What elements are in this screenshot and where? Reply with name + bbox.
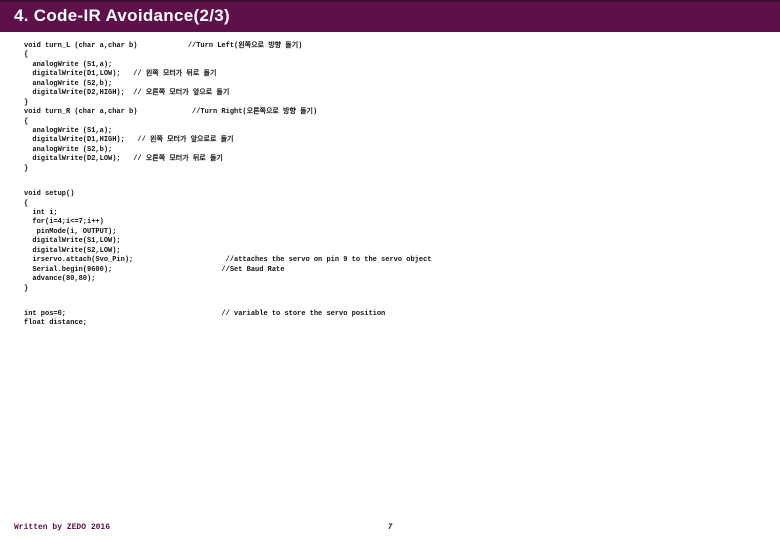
- code-block-3: int pos=0; // variable to store the serv…: [0, 294, 780, 329]
- footer-page-number: 7: [388, 523, 393, 532]
- footer-credit: Written by ZEDO 2016: [14, 523, 110, 532]
- code-block-1: void turn_L (char a,char b) //Turn Left(…: [0, 32, 780, 174]
- slide-header: 4. Code-IR Avoidance(2/3): [0, 0, 780, 32]
- code-block-2: void setup() { int i; for(i=4;i<=7;i++) …: [0, 174, 780, 294]
- slide-title: 4. Code-IR Avoidance(2/3): [14, 6, 766, 26]
